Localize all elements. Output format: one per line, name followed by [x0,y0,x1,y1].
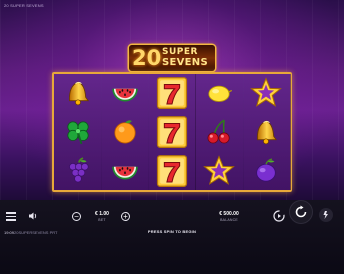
bet-label: BET [98,218,106,222]
reel-symbol [101,113,148,152]
turbo-icon[interactable] [319,208,333,222]
reel-symbol [148,74,195,113]
seven-icon [156,116,187,148]
reel-symbol [101,151,148,190]
logo-word-top: SUPER [162,47,198,57]
seven-icon [156,77,187,110]
reel-symbol [54,74,101,113]
bell-icon [257,120,278,145]
seven-icon [156,154,187,187]
lemon-icon [208,86,233,103]
clover-icon [66,121,89,145]
reel-3 [148,74,197,190]
star-icon [203,154,235,185]
reel-symbol [196,151,243,190]
reel-symbol [243,113,290,152]
reel-symbol [243,74,290,113]
minus-icon: − [74,211,79,221]
spin-arrow-icon [295,205,307,218]
spin-button[interactable] [290,201,312,223]
reel-symbol [196,113,243,152]
plus-icon: + [123,211,128,221]
reel-symbol [54,151,101,190]
speaker-icon[interactable] [28,211,38,221]
star-icon [250,77,283,108]
reel-symbol [196,74,243,113]
balance-label: BALANCE [220,218,238,222]
clock-time: 19:09 [4,230,15,235]
game-stage: 20 SUPER SEVENS 20 SUPER SEVENS [0,0,344,200]
reel-symbol [101,74,148,113]
reel-symbol [148,151,195,190]
autoplay-icon[interactable] [272,209,286,223]
grapes-icon [68,157,89,182]
reel-1 [54,74,102,190]
reel-5 [242,74,291,190]
bet-value: € 1.00 [95,211,109,217]
game-title-small: 20 SUPER SEVENS [4,3,44,8]
reel-symbol [243,151,290,190]
watermelon-icon [111,89,138,102]
hamburger-menu-icon[interactable] [6,212,16,221]
reel-2 [101,74,150,190]
cherries-icon [207,119,230,144]
logo-number: 20 [132,46,162,70]
reel-symbol [148,113,195,152]
reel-4 [195,74,244,190]
reels-frame [52,72,292,192]
plum-icon [256,158,277,182]
watermelon-icon [111,166,138,180]
logo-word-bottom: SEVENS [162,57,208,68]
decrease-bet-button[interactable]: − [72,212,81,221]
orange-icon [114,120,136,144]
increase-bet-button[interactable]: + [121,212,130,221]
bell-icon [68,81,89,106]
status-message: PRESS SPIN TO BEGIN [147,229,197,234]
footer-game-name: 20SUPERSEVENS PRT [14,230,58,235]
reel-symbol [54,113,101,152]
game-logo: 20 SUPER SEVENS [129,45,215,71]
balance-value: € 500.00 [219,211,239,217]
